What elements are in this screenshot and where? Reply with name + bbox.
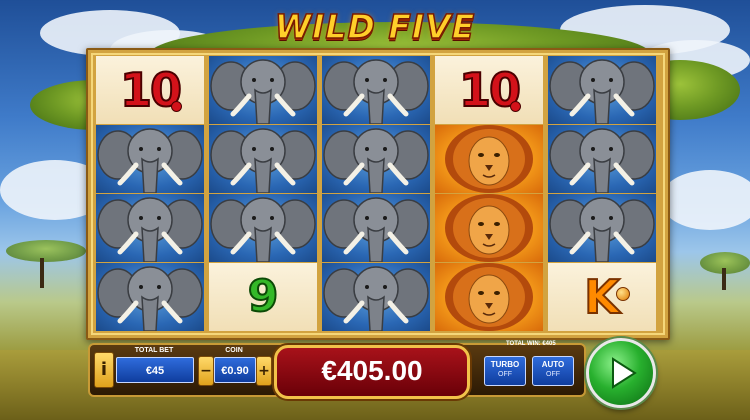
turbo-toggle[interactable]: TURBO OFF xyxy=(484,356,526,386)
symbol-ten: 10 xyxy=(96,56,204,124)
play-icon xyxy=(612,357,637,389)
gem-icon xyxy=(616,287,630,301)
reel-grid: 10 9 10 K xyxy=(96,54,656,334)
auto-label: AUTO xyxy=(541,360,565,369)
spin-button[interactable] xyxy=(586,338,656,408)
turbo-state: OFF xyxy=(498,371,512,378)
symbol-elephant xyxy=(96,263,204,331)
symbol-lion xyxy=(435,263,543,331)
cloud xyxy=(660,170,750,230)
game-screen: WILD FIVE 10 9 10 K i TOTAL BET €45 − COIN … xyxy=(0,0,750,420)
info-button[interactable]: i xyxy=(94,352,114,388)
total-bet-label: TOTAL BET xyxy=(134,347,174,354)
elephant-icon xyxy=(97,266,203,331)
symbol-elephant xyxy=(209,194,317,262)
symbol-elephant xyxy=(322,263,430,331)
auto-toggle[interactable]: AUTO OFF xyxy=(532,356,574,386)
symbol-elephant xyxy=(548,194,656,262)
reel-2: 9 xyxy=(209,54,317,334)
reel-1: 10 xyxy=(96,54,204,334)
elephant-icon xyxy=(323,128,429,193)
lion-icon xyxy=(445,194,533,262)
coin-increase-button[interactable]: + xyxy=(256,356,272,386)
elephant-icon xyxy=(210,128,316,193)
total-bet-display: €45 xyxy=(116,357,194,383)
symbol-elephant xyxy=(322,125,430,193)
tree-trunk xyxy=(722,268,726,290)
coin-value: €0.90 xyxy=(221,365,249,377)
coin-decrease-button[interactable]: − xyxy=(198,356,214,386)
symbol-elephant xyxy=(322,56,430,124)
symbol-elephant xyxy=(96,125,204,193)
coin-display: €0.90 xyxy=(214,357,256,383)
symbol-elephant xyxy=(322,194,430,262)
nine-icon: 9 xyxy=(247,270,280,323)
symbol-king: K xyxy=(548,263,656,331)
cherry-icon xyxy=(171,101,182,112)
reel-4: 10 xyxy=(435,54,543,334)
elephant-icon xyxy=(549,128,655,193)
lion-icon xyxy=(445,125,533,193)
symbol-lion xyxy=(435,125,543,193)
king-icon: K xyxy=(583,269,621,325)
elephant-icon xyxy=(97,197,203,262)
ten-cherry-icon: 10 xyxy=(458,62,522,118)
reel-5: K xyxy=(548,54,656,334)
elephant-icon xyxy=(549,59,655,124)
win-amount-display: €405.00 xyxy=(274,345,470,399)
tree-canopy xyxy=(6,240,86,262)
cherry-icon xyxy=(510,101,521,112)
elephant-icon xyxy=(323,266,429,331)
lion-icon xyxy=(445,263,533,331)
elephant-icon xyxy=(210,59,316,124)
symbol-elephant xyxy=(548,125,656,193)
symbol-elephant xyxy=(548,56,656,124)
elephant-icon xyxy=(323,59,429,124)
symbol-elephant xyxy=(96,194,204,262)
symbol-lion xyxy=(435,194,543,262)
symbol-elephant xyxy=(209,56,317,124)
tree-trunk xyxy=(40,258,44,288)
game-logo: WILD FIVE xyxy=(274,6,476,47)
elephant-icon xyxy=(549,197,655,262)
turbo-label: TURBO xyxy=(490,360,520,369)
symbol-elephant xyxy=(209,125,317,193)
symbol-nine: 9 xyxy=(209,263,317,331)
total-bet-value: €45 xyxy=(145,365,165,377)
total-win-label: TOTAL WIN: €405 xyxy=(506,341,556,347)
coin-label: COIN xyxy=(225,347,243,354)
symbol-ten: 10 xyxy=(435,56,543,124)
elephant-icon xyxy=(97,128,203,193)
ten-cherry-icon: 10 xyxy=(119,62,183,118)
reel-3 xyxy=(322,54,430,334)
elephant-icon xyxy=(210,197,316,262)
elephant-icon xyxy=(323,197,429,262)
auto-state: OFF xyxy=(546,371,560,378)
